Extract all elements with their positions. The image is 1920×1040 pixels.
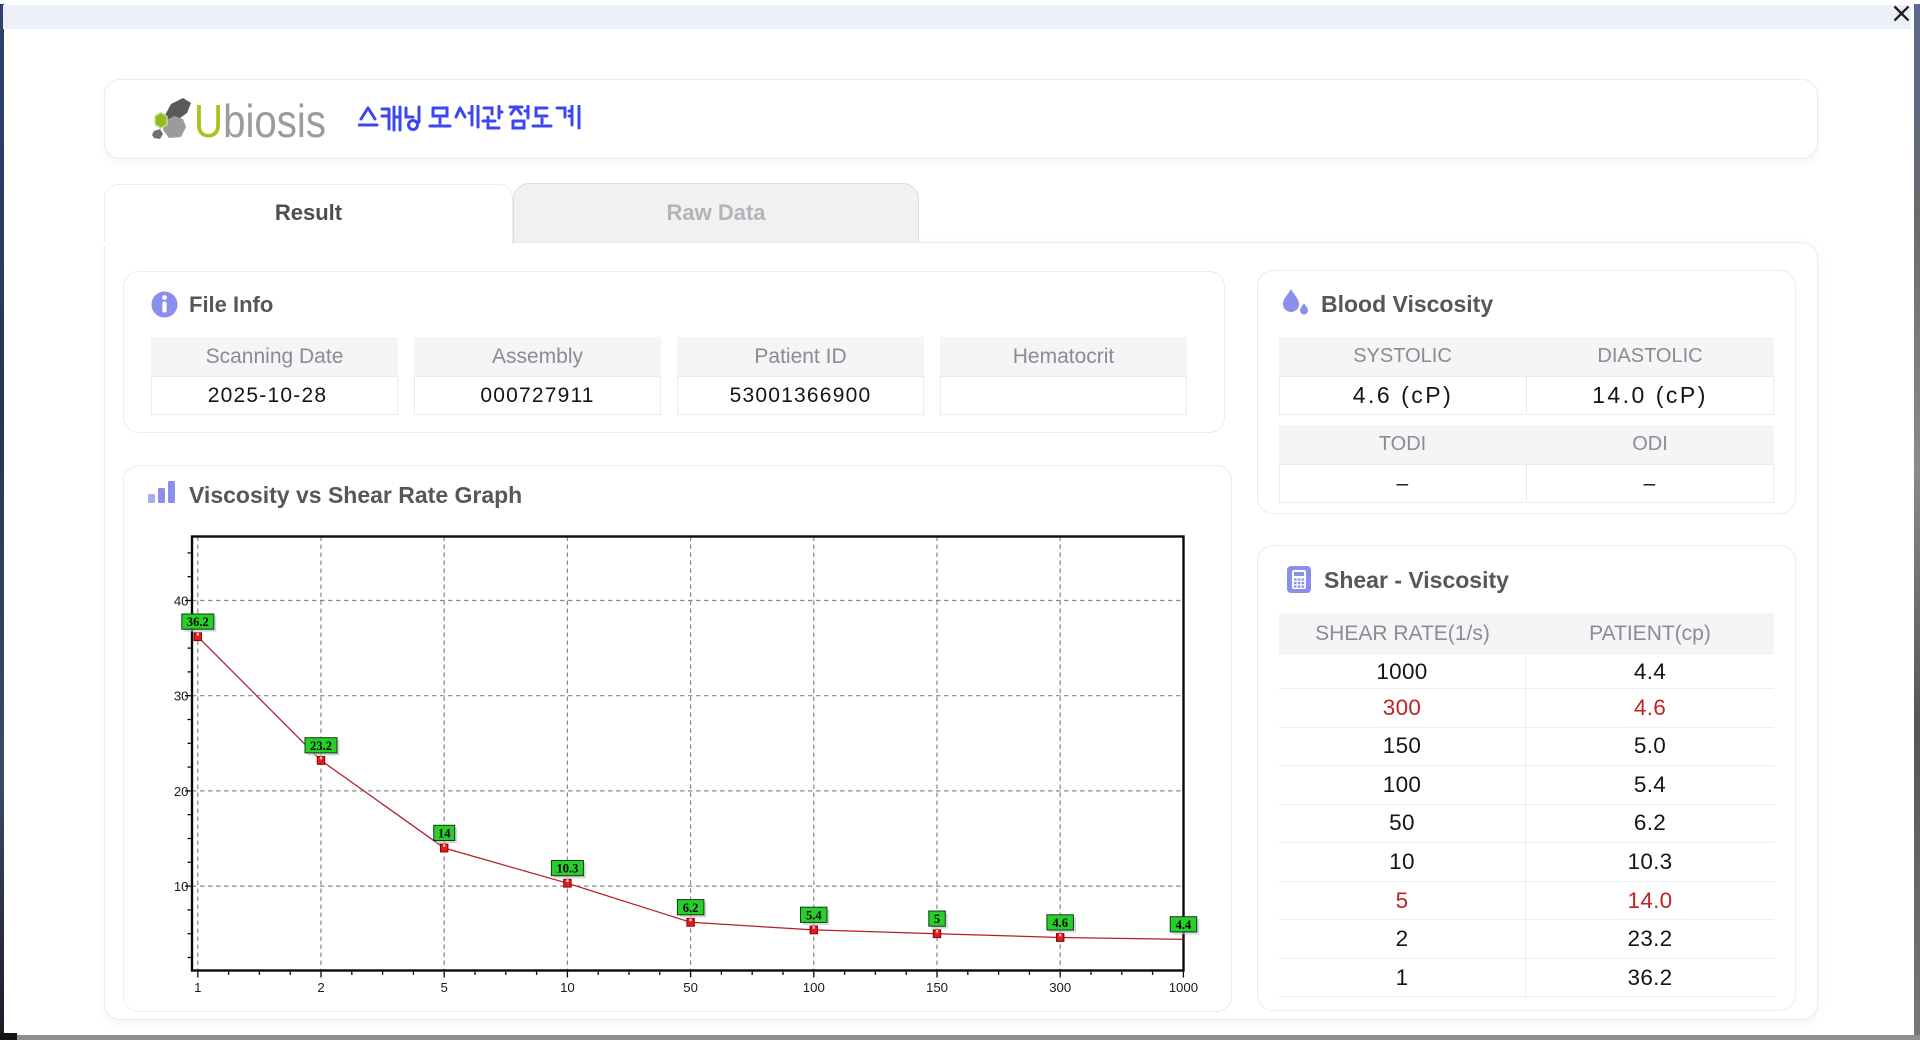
svg-text:5: 5 bbox=[441, 980, 448, 995]
svg-text:4.6: 4.6 bbox=[1052, 916, 1068, 930]
svg-text:6.2: 6.2 bbox=[683, 901, 699, 915]
svg-text:36.2: 36.2 bbox=[187, 615, 209, 629]
svg-text:50: 50 bbox=[683, 980, 698, 995]
svg-text:5: 5 bbox=[934, 912, 940, 926]
svg-text:300: 300 bbox=[1049, 980, 1071, 995]
svg-text:100: 100 bbox=[803, 980, 825, 995]
svg-text:40: 40 bbox=[174, 594, 189, 609]
svg-text:10: 10 bbox=[174, 879, 189, 894]
svg-text:1000: 1000 bbox=[1169, 980, 1198, 995]
svg-text:10: 10 bbox=[560, 980, 575, 995]
svg-text:150: 150 bbox=[926, 980, 948, 995]
svg-text:23.2: 23.2 bbox=[310, 739, 332, 753]
svg-text:30: 30 bbox=[174, 689, 189, 704]
svg-text:14: 14 bbox=[438, 827, 451, 841]
svg-text:20: 20 bbox=[174, 784, 189, 799]
svg-text:2: 2 bbox=[317, 980, 324, 995]
svg-text:4.4: 4.4 bbox=[1176, 918, 1192, 932]
svg-text:5.4: 5.4 bbox=[806, 908, 822, 922]
svg-text:10.3: 10.3 bbox=[556, 862, 578, 876]
svg-text:1: 1 bbox=[194, 980, 201, 995]
